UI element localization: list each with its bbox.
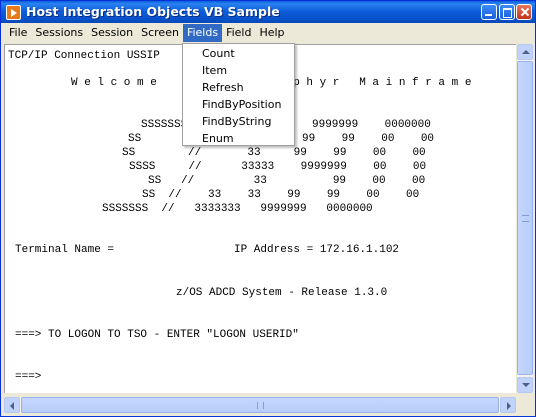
maximize-button[interactable] [499,4,515,20]
logo-line: 99 99 00 00 [302,133,435,145]
grip-icon [522,215,529,222]
menu-screen[interactable]: Screen [137,24,183,42]
logo-line: SS // 33 33 99 99 00 00 [142,189,420,201]
ip-address: IP Address = 172.16.1.102 [234,244,400,256]
window-title: Host Integration Objects VB Sample [26,4,280,19]
scroll-up-icon[interactable] [517,44,533,60]
system-release: z/OS ADCD System - Release 1.3.0 [176,287,388,299]
welcome-text-right: e p h y r M a i n f r a m e [280,77,472,89]
logon-instruction: ===> TO LOGON TO TSO - ENTER "LOGON USER… [15,329,299,341]
command-prompt[interactable]: ===> [15,371,41,384]
menu-item-refresh[interactable]: Refresh [183,79,294,96]
grip-icon [257,402,264,409]
logo-line: SSSSSSS [141,119,188,131]
scrollbar-corner [517,397,533,413]
scroll-left-icon[interactable] [4,397,20,413]
scroll-down-icon[interactable] [517,377,533,393]
horizontal-scroll-thumb[interactable] [21,397,499,413]
menu-item-count[interactable]: Count [183,45,294,62]
welcome-text-left: W e l c o m e [71,77,157,89]
horizontal-scrollbar[interactable] [4,397,516,413]
menu-item-findbyposition[interactable]: FindByPosition [183,96,294,113]
menu-file[interactable]: File [5,24,31,42]
logo-line: SS [128,133,142,145]
menu-item-findbystring[interactable]: FindByString [183,113,294,130]
close-button[interactable] [516,4,532,20]
vertical-scrollbar[interactable] [517,44,533,393]
scroll-right-icon[interactable] [500,397,516,413]
minimize-button[interactable] [481,4,497,20]
menu-item-enum[interactable]: Enum [183,130,294,147]
menu-item-item[interactable]: Item [183,62,294,79]
app-icon [6,5,21,20]
menu-field[interactable]: Field [222,24,255,42]
menu-bar: File Sessions Session Screen Fields Fiel… [1,23,535,43]
logo-line: SSSSSSS // 3333333 9999999 0000000 [102,203,373,215]
menu-sessions[interactable]: Sessions [31,24,87,42]
menu-help[interactable]: Help [255,24,288,42]
logo-line: 9999999 0000000 [312,119,431,131]
vertical-scroll-thumb[interactable] [517,61,533,375]
title-bar[interactable]: Host Integration Objects VB Sample [1,1,535,23]
fields-dropdown-menu: Count Item Refresh FindByPosition FindBy… [182,43,295,146]
app-window: Host Integration Objects VB Sample File … [0,0,536,417]
terminal-name-label: Terminal Name = [15,244,115,256]
menu-fields[interactable]: Fields [182,24,223,42]
menu-session[interactable]: Session [87,24,137,42]
logo-line: SS // 33 99 99 00 00 [122,147,426,159]
connection-status: TCP/IP Connection USSIP [8,50,160,62]
logo-line: SS // 33 99 00 00 [148,175,426,187]
logo-line: SSSS // 33333 9999999 00 00 [129,161,427,173]
